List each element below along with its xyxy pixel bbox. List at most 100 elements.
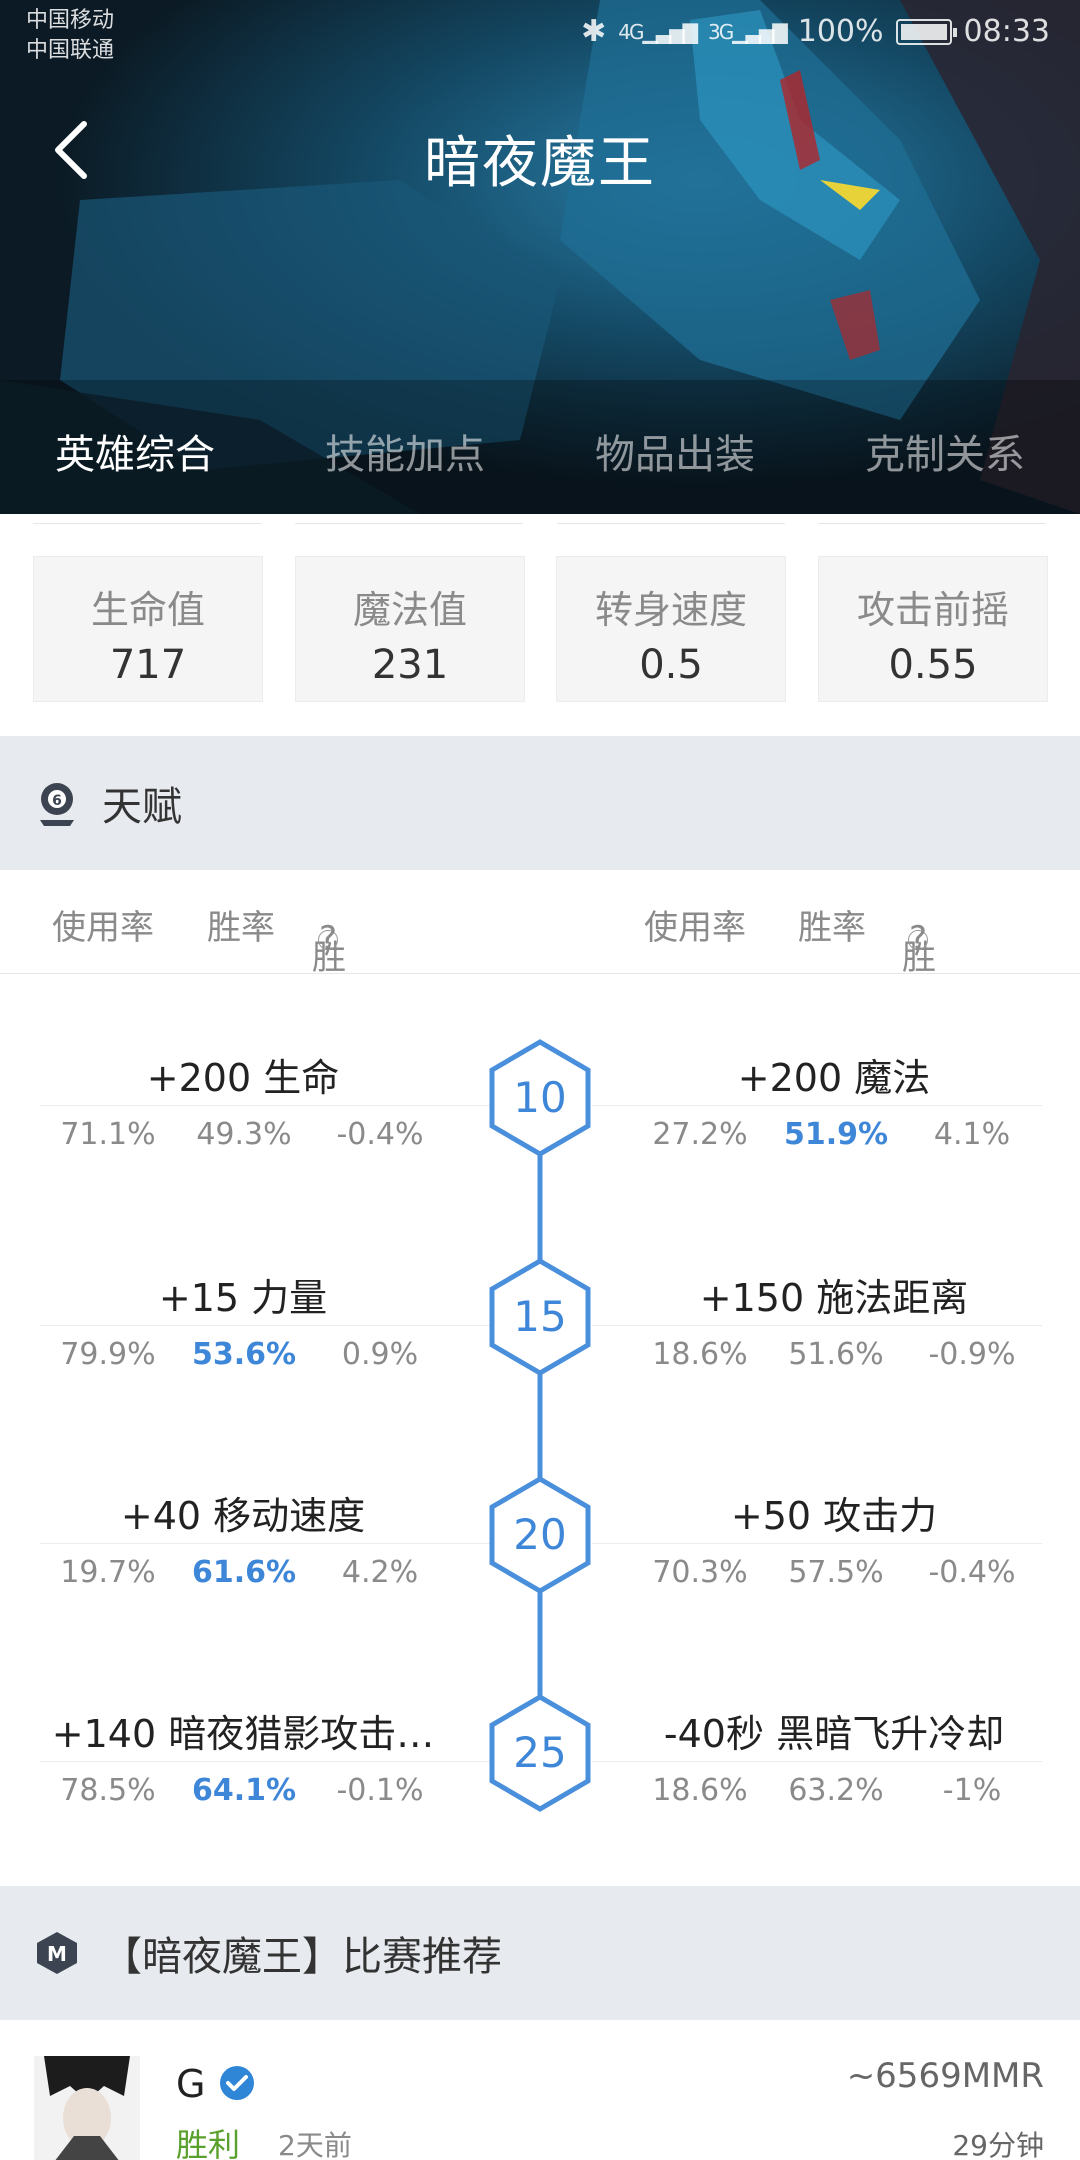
status-bar: 中国移动 中国联通 ✱ 4G▁▃▅▇ 3G▁▃▅▇ 100% 08:33 [0,0,1080,70]
talent-right-10: +200 魔法 [737,1056,931,1100]
level-badge-25: 25 [486,1693,594,1813]
talent-winrate: 61.6% [191,1555,297,1590]
talent-tree: +200 生命 71.1% 49.3% -0.4% +200 魔法 27.2% … [0,975,1080,1885]
talent-left-10: +200 生命 [146,1056,340,1100]
talent-usage: 71.1% [60,1117,156,1152]
row-divider [592,1761,1042,1762]
talent-impact: 4.2% [341,1555,419,1590]
match-recommend-item[interactable]: G 胜利 2天前 ~6569MMR 29分钟 [0,2020,1080,2160]
stat-hp: 生命值 717 [33,556,263,702]
level-number: 15 [513,1292,567,1341]
col-winrate-left: 胜率 [207,908,275,948]
talent-left-20: +40 移动速度 [120,1494,366,1538]
status-icons: ✱ 4G▁▃▅▇ 3G▁▃▅▇ 100% 08:33 [581,14,1050,49]
talent-winrate: 53.6% [191,1337,297,1372]
clock: 08:33 [963,14,1050,49]
row-divider [592,1105,1042,1106]
battery-icon [895,18,957,45]
talent-winrate: 64.1% [191,1773,297,1808]
avatar-image [34,2056,140,2160]
talent-impact: -0.4% [928,1555,1016,1590]
hero-header: 中国移动 中国联通 ✱ 4G▁▃▅▇ 3G▁▃▅▇ 100% 08:33 暗夜魔… [0,0,1080,514]
m-logo-icon: M [37,1932,77,1974]
section-title: 【暗夜魔王】比赛推荐 [102,1934,502,1980]
stat-value: 0.5 [639,642,703,688]
signal-icon-2: 3G▁▃▅▇ [707,19,788,44]
tab-item-build[interactable]: 物品出装 [540,420,810,514]
stat-label: 生命值 [90,588,205,632]
level-badge-15: 15 [486,1257,594,1377]
row-divider [40,1325,490,1326]
row-divider [40,1105,490,1106]
talent-impact: -0.4% [336,1117,424,1152]
bluetooth-icon: ✱ [581,14,607,49]
svg-text:6: 6 [52,793,62,809]
stat-turn-rate: 转身速度 0.5 [556,556,786,702]
player-avatar[interactable] [34,2056,140,2160]
player-name: G [176,2062,206,2106]
talent-right-15: +150 施法距离 [699,1276,969,1320]
row-divider [40,1543,490,1544]
stat-value: 0.55 [888,642,978,688]
talent-section-header: 6 天赋 [0,736,1080,870]
row-divider [40,1761,490,1762]
svg-text:M: M [47,1942,67,1966]
talent-usage: 78.5% [60,1773,156,1808]
talent-usage: 70.3% [652,1555,748,1590]
carrier-info: 中国移动 中国联通 [26,6,114,66]
talent-left-15: +15 力量 [158,1276,328,1320]
tab-counters[interactable]: 克制关系 [810,420,1080,514]
battery-percent: 100% [797,14,884,49]
signal-icon-1: 4G▁▃▅▇ [618,19,698,44]
talent-column-headers: 使用率 胜率 胜率影响? 使用率 胜率 胜率影响? [0,870,1080,1125]
col-usage-right: 使用率 [644,908,746,948]
talent-usage: 79.9% [60,1337,156,1372]
match-section-header: M 【暗夜魔王】比赛推荐 [0,1886,1080,2020]
tab-skill-build[interactable]: 技能加点 [270,420,540,514]
talent-impact: 0.9% [341,1337,419,1372]
stat-value: 717 [109,642,187,688]
talent-usage: 19.7% [60,1555,156,1590]
talent-right-25: -40秒 黑暗飞升冷却 [663,1712,1005,1756]
col-usage-left: 使用率 [52,908,154,948]
talent-impact: -0.1% [336,1773,424,1808]
level-number: 25 [513,1728,567,1777]
stat-attack-point: 攻击前摇 0.55 [818,556,1048,702]
section-title: 天赋 [102,784,182,830]
level-badge-20: 20 [486,1475,594,1595]
talent-usage: 18.6% [652,1337,748,1372]
talent-usage: 27.2% [652,1117,748,1152]
hero-stats: 生命值 717 魔法值 231 转身速度 0.5 攻击前摇 0.55 [0,514,1080,736]
carrier-1: 中国移动 [26,8,115,33]
tab-bar: 英雄综合 技能加点 物品出装 克制关系 [0,420,1080,514]
stat-label: 转身速度 [594,588,747,632]
stats-divider [0,514,1080,526]
talent-left-25: +140 暗夜猎影攻击… [51,1712,435,1756]
level-number: 10 [513,1073,567,1122]
match-mmr: ~6569MMR [846,2056,1044,2096]
talent-impact: -1% [942,1773,1002,1808]
talent-icon: 6 [40,783,74,826]
talent-winrate: 51.6% [788,1337,884,1372]
row-divider [592,1325,1042,1326]
stat-label: 魔法值 [352,588,467,632]
page-title: 暗夜魔王 [424,131,656,196]
stat-label: 攻击前摇 [856,588,1009,632]
talent-winrate: 51.9% [783,1117,889,1152]
help-icon[interactable]: ? [318,922,338,956]
talent-winrate: 57.5% [788,1555,884,1590]
match-duration: 29分钟 [952,2129,1044,2160]
stat-mana: 魔法值 231 [295,556,525,702]
talent-winrate: 49.3% [196,1117,292,1152]
row-divider [592,1543,1042,1544]
carrier-2: 中国联通 [26,38,115,63]
talent-usage: 18.6% [652,1773,748,1808]
tab-hero-overview[interactable]: 英雄综合 [0,420,270,514]
level-badge-10: 10 [486,1038,594,1158]
talent-right-20: +50 攻击力 [730,1494,938,1538]
level-number: 20 [513,1510,567,1559]
col-winrate-right: 胜率 [798,908,866,948]
stat-value: 231 [371,642,449,688]
help-icon[interactable]: ? [908,922,928,956]
talent-winrate: 63.2% [788,1773,884,1808]
